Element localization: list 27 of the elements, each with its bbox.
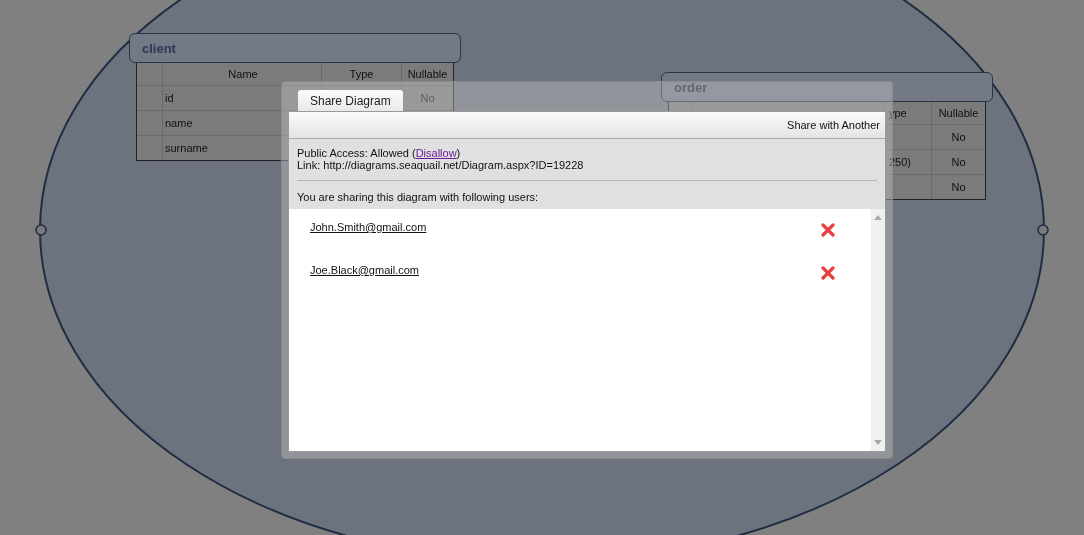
column-header: Name [228, 68, 258, 80]
table-cell: name [165, 117, 193, 129]
sharing-note: You are sharing this diagram with following users: [297, 191, 540, 203]
column-header: Type [349, 68, 374, 80]
table-cell: No [951, 181, 966, 193]
disallow-link[interactable]: Disallow [415, 147, 457, 159]
dialog-tab[interactable]: Share Diagram [297, 89, 404, 111]
column-header: ype [889, 107, 907, 119]
table-cell: No [951, 131, 966, 143]
scrollbar[interactable] [871, 209, 885, 451]
column-header: Nullable [938, 107, 979, 119]
table-cell: surname [165, 142, 208, 154]
share-link-text: Link: http://diagrams.seaquail.net/Diagram.aspx?ID=19228 [297, 159, 585, 171]
user-email-link[interactable]: John.Smith@gmail.com [310, 221, 821, 233]
table-cell: id [165, 92, 174, 104]
remove-icon[interactable] [821, 266, 835, 280]
scroll-down-icon[interactable] [874, 440, 882, 446]
connector-handle[interactable] [1037, 224, 1049, 236]
remove-icon[interactable] [821, 223, 835, 237]
column-header: Nullable [407, 68, 448, 80]
connector-handle[interactable] [35, 224, 47, 236]
scroll-up-icon[interactable] [874, 214, 882, 220]
share-button[interactable]: Share with Another [786, 119, 881, 131]
public-access-text: Public Access: Allowed (Disallow) [297, 147, 462, 159]
table-cell: No [951, 156, 966, 168]
user-email-link[interactable]: Joe.Black@gmail.com [310, 264, 821, 276]
table-cell: No [420, 92, 435, 104]
